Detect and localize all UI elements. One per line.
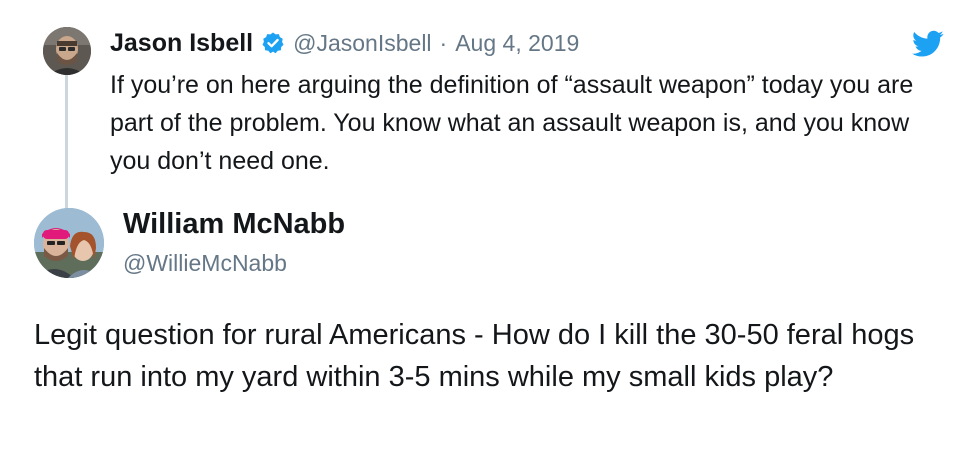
quoted-author-handle[interactable]: @WillieMcNabb bbox=[123, 250, 287, 277]
verified-badge-icon bbox=[261, 31, 285, 55]
reply-timestamp[interactable]: Aug 4, 2019 bbox=[455, 30, 579, 57]
reply-author-handle[interactable]: @JasonIsbell bbox=[293, 30, 431, 57]
quoted-author-avatar[interactable] bbox=[34, 208, 104, 278]
quoted-author-name[interactable]: William McNabb bbox=[123, 208, 345, 241]
reply-separator-dot: · bbox=[439, 29, 448, 56]
reply-tweet-text: If you’re on here arguing the definition… bbox=[110, 71, 914, 175]
twitter-bird-icon[interactable] bbox=[912, 30, 944, 58]
reply-author-avatar[interactable] bbox=[43, 27, 91, 75]
thread-connector-line bbox=[65, 74, 68, 208]
reply-author-name[interactable]: Jason Isbell bbox=[110, 29, 253, 58]
reply-header: Jason Isbell @JasonIsbell · Aug 4, 2019 bbox=[110, 28, 579, 58]
quoted-tweet-text: Legit question for rural Americans - How… bbox=[34, 319, 915, 393]
